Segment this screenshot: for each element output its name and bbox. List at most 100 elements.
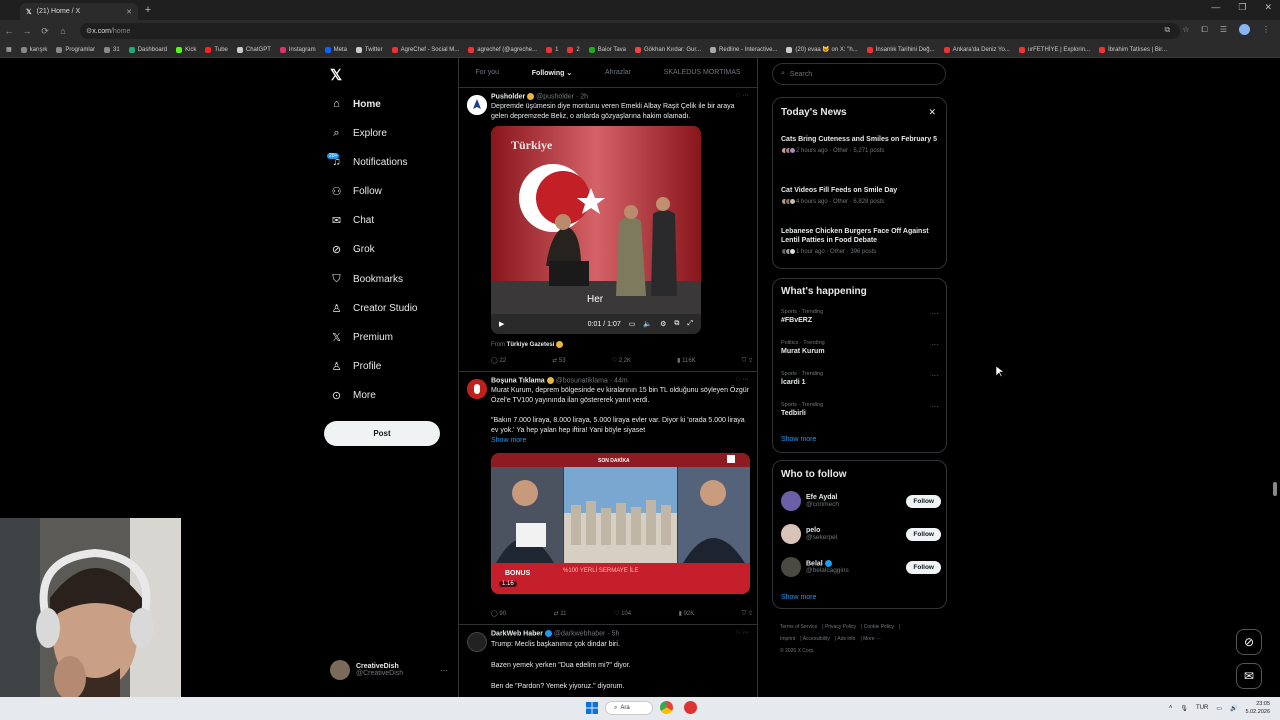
- avatar[interactable]: [467, 95, 487, 115]
- taskbar-search[interactable]: ⌕ Ara: [605, 701, 653, 715]
- news-item[interactable]: Lebanese Chicken Burgers Face Off Agains…: [781, 227, 939, 255]
- bookmark-item[interactable]: Baior Tava: [588, 46, 626, 53]
- scrollbar-thumb[interactable]: [1273, 482, 1277, 496]
- bookmark-item[interactable]: ıırFETHİYE | Explorin...: [1018, 46, 1090, 53]
- extensions-icon[interactable]: ⧠: [1201, 25, 1207, 35]
- nav-item-profile[interactable]: ♙ Profile: [330, 360, 382, 373]
- grok-icon[interactable]: ◌: [736, 92, 740, 99]
- footer-link[interactable]: Terms of Service: [780, 624, 817, 630]
- mic-icon[interactable]: 🎙: [1180, 705, 1188, 712]
- messages-floating-button[interactable]: ✉: [1236, 663, 1262, 689]
- profile-avatar[interactable]: [1239, 24, 1250, 35]
- app-icon[interactable]: [684, 701, 697, 714]
- address-bar[interactable]: ⚙ x.com/home: [80, 23, 1180, 39]
- news-item[interactable]: Cats Bring Cuteness and Smiles on Februa…: [781, 135, 939, 154]
- play-icon[interactable]: ▶: [499, 320, 504, 328]
- tab-following[interactable]: Following ⌄: [532, 69, 573, 77]
- follow-button[interactable]: Follow: [906, 560, 941, 574]
- bookmark-item[interactable]: İnsanlık Tarihini Değ...: [866, 46, 935, 53]
- footer-link[interactable]: Imprint: [780, 636, 795, 642]
- footer-link[interactable]: Privacy Policy: [825, 624, 856, 630]
- search-input[interactable]: ⌕ Search: [772, 63, 946, 85]
- nav-item-grok[interactable]: ⊘ Grok: [330, 243, 375, 256]
- more-dots-icon[interactable]: ···: [742, 629, 749, 636]
- show-more-link[interactable]: Show more: [491, 436, 753, 446]
- x-logo-icon[interactable]: 𝕏: [330, 66, 342, 84]
- source-name[interactable]: Türkiye Gazetesi: [507, 342, 555, 348]
- account-switcher[interactable]: CreativeDish @CreativeDish ···: [330, 660, 448, 680]
- bookmark-item[interactable]: Dashboard: [128, 46, 167, 53]
- fullscreen-icon[interactable]: ⤢: [687, 320, 693, 328]
- repost-button[interactable]: ⇄ 11: [554, 610, 567, 618]
- show-more-link[interactable]: Show more: [781, 594, 816, 601]
- grok-icon[interactable]: ◌: [736, 629, 740, 636]
- nav-item-premium[interactable]: 𝕏 Premium: [330, 331, 393, 344]
- grok-floating-button[interactable]: ⊘: [1236, 629, 1262, 655]
- volume-icon[interactable]: 🔈: [643, 320, 652, 328]
- follow-suggestion[interactable]: Efe Aydal @conmech Follow: [781, 491, 941, 511]
- nav-item-more[interactable]: ⊙ More: [330, 389, 376, 402]
- bookmark-item[interactable]: (20) evaa 🐱 on X: "h...: [786, 46, 858, 53]
- post-button[interactable]: Post: [324, 421, 440, 446]
- grok-icon[interactable]: ◌: [736, 376, 740, 383]
- like-button[interactable]: ♡ 2,2K: [612, 357, 631, 365]
- reply-button[interactable]: ◯ 90: [491, 610, 506, 618]
- nav-item-home[interactable]: ⌂ Home: [330, 98, 381, 110]
- bookmark-item[interactable]: Kick: [176, 46, 196, 53]
- author-name[interactable]: DarkWeb Haber: [491, 630, 543, 637]
- avatar[interactable]: [467, 379, 487, 399]
- apps-icon[interactable]: ▦: [6, 46, 12, 53]
- browser-tab[interactable]: 𝕏 (21) Home / X ✕: [20, 3, 138, 20]
- tweet[interactable]: DarkWeb Haber @darkwebhaber · 5h ◌ ··· T…: [459, 626, 757, 698]
- install-app-icon[interactable]: ⧉: [1165, 25, 1171, 35]
- like-button[interactable]: ♡ 104: [614, 610, 631, 618]
- reply-button[interactable]: ◯ 22: [491, 357, 506, 365]
- speaker-icon[interactable]: 🔊: [1230, 705, 1237, 712]
- more-dots-icon[interactable]: ···: [931, 309, 939, 318]
- minimize-icon[interactable]: —: [1211, 2, 1220, 13]
- bookmark-item[interactable]: karışık: [20, 46, 47, 53]
- chevron-up-icon[interactable]: ˄: [1169, 705, 1173, 711]
- footer-link[interactable]: Ads info: [837, 636, 855, 642]
- windows-start-icon[interactable]: [586, 702, 598, 714]
- tab-for-you[interactable]: For you: [475, 69, 499, 76]
- bookmark-item[interactable]: İbrahim Tatlıses | Bir...: [1099, 46, 1167, 53]
- views-button[interactable]: ▮ 92K: [679, 610, 695, 618]
- clock[interactable]: 23:05 5.02.2026: [1246, 700, 1270, 716]
- bookmark-item[interactable]: agrechef (@agreche...: [468, 46, 537, 53]
- settings-icon[interactable]: ⚙: [660, 320, 666, 328]
- nav-item-creator-studio[interactable]: ♙ Creator Studio: [330, 302, 418, 315]
- news-item[interactable]: Cat Videos Fill Feeds on Smile Day 4 hou…: [781, 186, 939, 205]
- close-tab-icon[interactable]: ✕: [126, 8, 132, 16]
- nav-item-follow[interactable]: ⚇ Follow: [330, 185, 382, 198]
- bookmark-item[interactable]: 2: [567, 46, 580, 53]
- chrome-icon[interactable]: [660, 701, 673, 714]
- nav-item-bookmarks[interactable]: ⛉ Bookmarks: [330, 273, 403, 286]
- back-icon[interactable]: ←: [0, 26, 18, 36]
- forward-icon[interactable]: →: [18, 26, 36, 36]
- maximize-icon[interactable]: ❐: [1238, 2, 1246, 13]
- bookmark-button[interactable]: ⛉ ⇪: [742, 357, 753, 365]
- tweet-menu[interactable]: ◌ ···: [736, 92, 749, 99]
- language-indicator[interactable]: TUR: [1196, 705, 1208, 711]
- more-dots-icon[interactable]: ···: [931, 402, 939, 411]
- bookmark-item[interactable]: ChatGPT: [236, 46, 271, 53]
- bookmark-item[interactable]: Tube: [205, 46, 228, 53]
- tweet-image[interactable]: SON DAKİKA BONUS %100 YERLİ SERMAYE İLE …: [491, 453, 750, 594]
- follow-button[interactable]: Follow: [906, 527, 941, 541]
- pip-icon[interactable]: ⧉: [674, 320, 679, 328]
- trend-item[interactable]: Sports · Trending #FBvERZ ···: [781, 309, 939, 324]
- star-icon[interactable]: ☆: [1182, 25, 1189, 34]
- nav-item-explore[interactable]: ⌕ Explore: [330, 127, 387, 140]
- bookmark-item[interactable]: Twitter: [355, 46, 383, 53]
- footer-link[interactable]: Cookie Policy: [864, 624, 894, 630]
- menu-icon[interactable]: ⋮: [1262, 25, 1270, 34]
- bookmark-button[interactable]: ⛉ ⇪: [742, 610, 753, 618]
- bookmark-item[interactable]: Instagram: [279, 46, 316, 53]
- more-dots-icon[interactable]: ···: [742, 376, 749, 383]
- new-tab-button[interactable]: +: [141, 3, 155, 17]
- nav-item-notifications[interactable]: ♫ Notifications: [330, 156, 407, 168]
- monitor-icon[interactable]: ▭: [1216, 705, 1222, 712]
- trend-item[interactable]: Politics · Trending Murat Kurum ···: [781, 340, 939, 355]
- tweet-menu[interactable]: ◌ ···: [736, 629, 749, 636]
